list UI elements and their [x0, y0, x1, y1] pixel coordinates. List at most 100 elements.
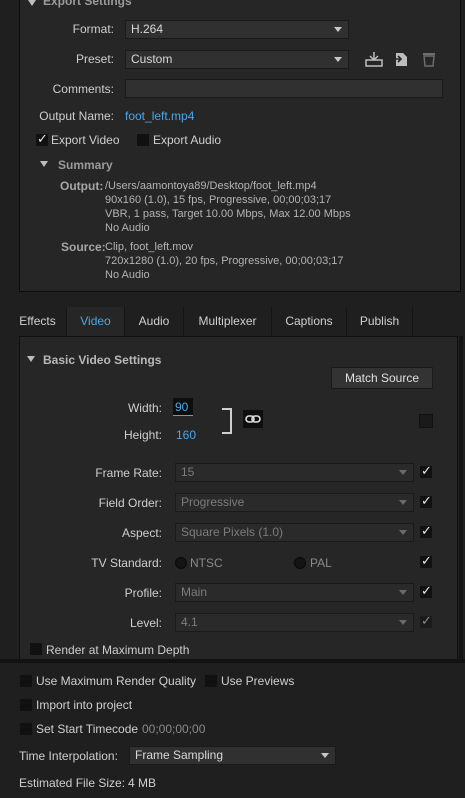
- tab-multiplexer[interactable]: Multiplexer: [184, 307, 272, 336]
- render-max-depth-label: Render at Maximum Depth: [46, 643, 190, 657]
- aspect-value: Square Pixels (1.0): [181, 525, 284, 539]
- export-audio-checkbox[interactable]: [137, 134, 149, 146]
- level-checkbox[interactable]: [420, 614, 432, 629]
- collapse-triangle-icon[interactable]: [27, 356, 35, 362]
- chevron-down-icon: [399, 500, 407, 505]
- use-previews-label: Use Previews: [221, 674, 295, 688]
- aspect-checkbox[interactable]: [420, 524, 432, 539]
- tab-captions[interactable]: Captions: [272, 307, 347, 336]
- comments-label: Comments:: [52, 82, 114, 96]
- output-summary: /Users/aamontoya89/Desktop/foot_left.mp4…: [105, 179, 351, 235]
- tv-standard-checkbox[interactable]: [420, 554, 432, 569]
- format-dropdown[interactable]: H.264: [125, 20, 349, 39]
- tab-video[interactable]: Video: [67, 307, 125, 336]
- frame-rate-checkbox[interactable]: [420, 464, 432, 479]
- estimated-file-size-value: 4 MB: [128, 776, 157, 790]
- profile-dropdown[interactable]: Main: [175, 583, 414, 602]
- pal-radio[interactable]: [294, 557, 306, 569]
- output-line: 90x160 (1.0), 15 fps, Progressive, 00;00…: [105, 194, 332, 206]
- frame-rate-label: Frame Rate:: [95, 466, 162, 480]
- source-line: 720x1280 (1.0), 20 fps, Progressive, 00;…: [105, 255, 344, 267]
- output-summary-label: Output:: [60, 179, 104, 193]
- export-settings-heading: Export Settings: [43, 0, 132, 8]
- import-preset-icon[interactable]: [392, 51, 410, 67]
- delete-preset-icon[interactable]: [422, 51, 436, 67]
- tab-publish[interactable]: Publish: [347, 307, 413, 336]
- divider: [0, 659, 465, 663]
- height-label: Height:: [123, 428, 162, 442]
- profile-checkbox[interactable]: [420, 584, 432, 599]
- preset-dropdown[interactable]: Custom: [125, 50, 349, 69]
- source-summary-label: Source:: [61, 240, 106, 254]
- collapse-triangle-icon[interactable]: [40, 161, 48, 167]
- aspect-dropdown[interactable]: Square Pixels (1.0): [175, 523, 414, 542]
- save-preset-icon[interactable]: [365, 51, 383, 67]
- export-video-checkbox[interactable]: [36, 132, 48, 147]
- tab-effects[interactable]: Effects: [9, 307, 67, 336]
- field-order-label: Field Order:: [98, 496, 162, 510]
- render-max-depth-checkbox[interactable]: [30, 643, 42, 655]
- format-value: H.264: [131, 22, 164, 36]
- width-height-checkbox[interactable]: [419, 414, 433, 428]
- chevron-down-icon: [399, 530, 407, 535]
- output-line: No Audio: [105, 222, 150, 234]
- basic-video-settings-heading: Basic Video Settings: [43, 353, 162, 367]
- chevron-down-icon: [321, 753, 329, 758]
- start-timecode-value[interactable]: 00;00;00;00: [142, 722, 205, 736]
- tab-audio[interactable]: Audio: [125, 307, 184, 336]
- import-into-project-label: Import into project: [36, 698, 133, 712]
- chevron-down-icon: [399, 470, 407, 475]
- source-line: Clip, foot_left.mov: [105, 241, 194, 253]
- pal-label: PAL: [310, 556, 332, 570]
- comments-input[interactable]: [125, 79, 443, 98]
- chevron-down-icon: [334, 27, 342, 32]
- estimated-file-size-label: Estimated File Size:: [19, 776, 126, 790]
- frame-rate-value: 15: [181, 465, 195, 479]
- max-render-quality-checkbox[interactable]: [20, 675, 32, 687]
- time-interpolation-value: Frame Sampling: [135, 748, 224, 762]
- ntsc-label: NTSC: [190, 556, 223, 570]
- preset-label: Preset:: [75, 52, 114, 66]
- import-into-project-checkbox[interactable]: [20, 699, 32, 711]
- field-order-checkbox[interactable]: [420, 494, 432, 509]
- chevron-down-icon: [399, 620, 407, 625]
- collapse-triangle-icon[interactable]: [28, 0, 36, 6]
- preset-value: Custom: [131, 52, 173, 66]
- ntsc-radio[interactable]: [175, 557, 187, 569]
- chevron-down-icon: [399, 590, 407, 595]
- format-label: Format:: [72, 22, 114, 36]
- height-input[interactable]: 160: [176, 428, 196, 442]
- frame-rate-dropdown[interactable]: 15: [175, 463, 414, 482]
- link-icon[interactable]: [243, 410, 263, 428]
- export-audio-label: Export Audio: [153, 133, 222, 147]
- width-label: Width:: [127, 401, 162, 415]
- chevron-down-icon: [334, 57, 342, 62]
- level-value: 4.1: [181, 615, 198, 629]
- output-line: /Users/aamontoya89/Desktop/foot_left.mp4: [105, 180, 317, 192]
- profile-label: Profile:: [124, 586, 162, 600]
- link-bracket: [222, 408, 232, 434]
- width-input[interactable]: 90: [173, 398, 193, 416]
- summary-heading: Summary: [58, 158, 113, 172]
- level-label: Level:: [129, 616, 162, 630]
- time-interpolation-dropdown[interactable]: Frame Sampling: [129, 746, 336, 765]
- scrollbar[interactable]: [459, 336, 463, 659]
- tv-standard-label: TV Standard:: [91, 556, 162, 570]
- output-name-label: Output Name:: [39, 109, 114, 123]
- output-name-link[interactable]: foot_left.mp4: [125, 109, 194, 123]
- level-dropdown[interactable]: 4.1: [175, 613, 414, 632]
- set-start-timecode-checkbox[interactable]: [20, 723, 32, 735]
- match-source-button[interactable]: Match Source: [331, 367, 433, 389]
- source-summary: Clip, foot_left.mov 720x1280 (1.0), 20 f…: [105, 240, 344, 282]
- output-line: VBR, 1 pass, Target 10.00 Mbps, Max 12.0…: [105, 208, 351, 220]
- max-render-quality-label: Use Maximum Render Quality: [36, 674, 197, 688]
- time-interpolation-label: Time Interpolation:: [19, 749, 118, 763]
- field-order-dropdown[interactable]: Progressive: [175, 493, 414, 512]
- export-video-label: Export Video: [51, 133, 120, 147]
- aspect-label: Aspect:: [121, 526, 162, 540]
- source-line: No Audio: [105, 269, 150, 281]
- field-order-value: Progressive: [181, 495, 245, 509]
- profile-value: Main: [181, 585, 208, 599]
- use-previews-checkbox[interactable]: [205, 675, 217, 687]
- set-start-timecode-label: Set Start Timecode: [36, 722, 139, 736]
